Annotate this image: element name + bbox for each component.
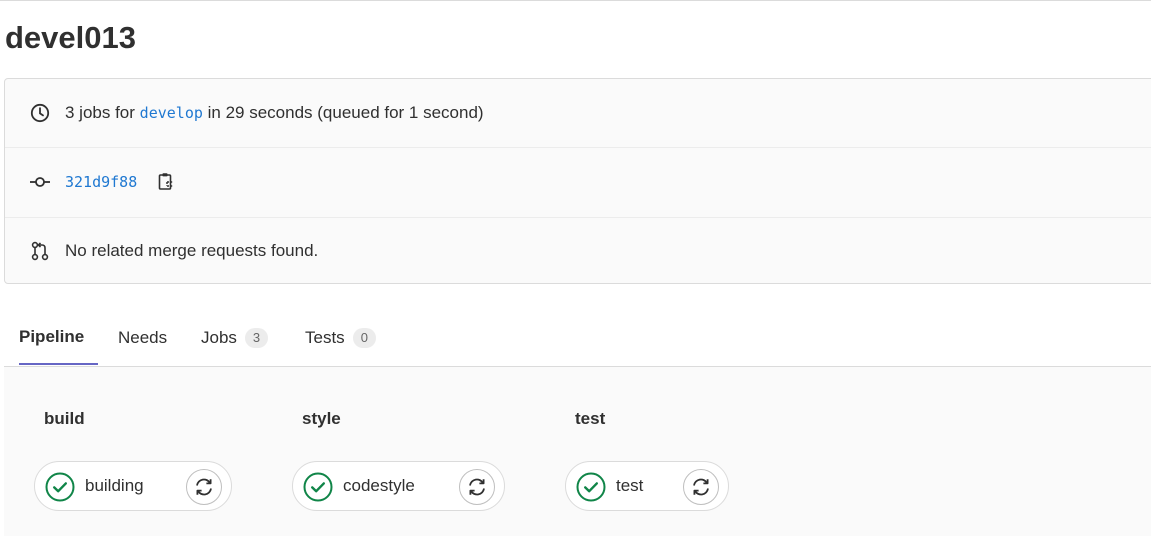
job-codestyle[interactable]: codestyle xyxy=(292,461,505,511)
pipeline-graph: build building style codestyle test test xyxy=(4,367,1151,536)
job-name: test xyxy=(616,476,644,495)
pipeline-info-box: 3 jobs for develop in 29 seconds (queued… xyxy=(4,78,1151,284)
retry-icon[interactable] xyxy=(459,469,495,505)
jobs-count-badge: 3 xyxy=(244,327,269,348)
top-divider xyxy=(0,0,1151,1)
commit-sha-link[interactable]: 321d9f88 xyxy=(65,173,137,191)
clock-icon xyxy=(29,102,51,124)
stage-title-test: test xyxy=(575,409,606,428)
job-test[interactable]: test xyxy=(565,461,729,511)
merge-request-icon xyxy=(29,240,51,262)
tab-jobs-label: Jobs xyxy=(201,327,237,347)
tab-needs[interactable]: Needs xyxy=(118,310,167,365)
tests-count-badge: 0 xyxy=(352,327,376,348)
jobs-summary-prefix: 3 jobs for xyxy=(65,103,135,122)
tab-pipeline[interactable]: Pipeline xyxy=(19,310,99,365)
job-name: codestyle xyxy=(343,476,415,495)
tab-jobs[interactable]: Jobs 3 xyxy=(201,310,269,365)
tab-tests-label: Tests xyxy=(305,327,345,347)
branch-link[interactable]: develop xyxy=(140,104,203,122)
jobs-summary-row: 3 jobs for develop in 29 seconds (queued… xyxy=(5,79,1151,148)
retry-icon[interactable] xyxy=(683,469,719,505)
status-success-icon xyxy=(303,472,333,502)
copy-to-clipboard-icon[interactable] xyxy=(156,171,176,193)
merge-requests-text: No related merge requests found. xyxy=(65,241,319,260)
jobs-summary-text: 3 jobs for develop in 29 seconds (queued… xyxy=(65,103,484,123)
merge-requests-row: No related merge requests found. xyxy=(5,217,1151,285)
commit-row: 321d9f88 xyxy=(5,147,1151,218)
jobs-summary-suffix: in 29 seconds (queued for 1 second) xyxy=(207,103,484,122)
pipeline-tabs: Pipeline Needs Jobs 3 Tests 0 xyxy=(4,310,1151,367)
stage-title-style: style xyxy=(302,409,341,428)
page-title: devel013 xyxy=(5,20,136,55)
retry-icon[interactable] xyxy=(186,469,222,505)
job-building[interactable]: building xyxy=(34,461,232,511)
status-success-icon xyxy=(45,472,75,502)
tab-needs-label: Needs xyxy=(118,327,168,347)
job-name: building xyxy=(85,476,144,495)
tab-tests[interactable]: Tests 0 xyxy=(305,310,376,365)
stage-title-build: build xyxy=(44,409,85,428)
tab-pipeline-label: Pipeline xyxy=(19,326,85,346)
status-success-icon xyxy=(576,472,606,502)
commit-icon xyxy=(29,171,51,193)
